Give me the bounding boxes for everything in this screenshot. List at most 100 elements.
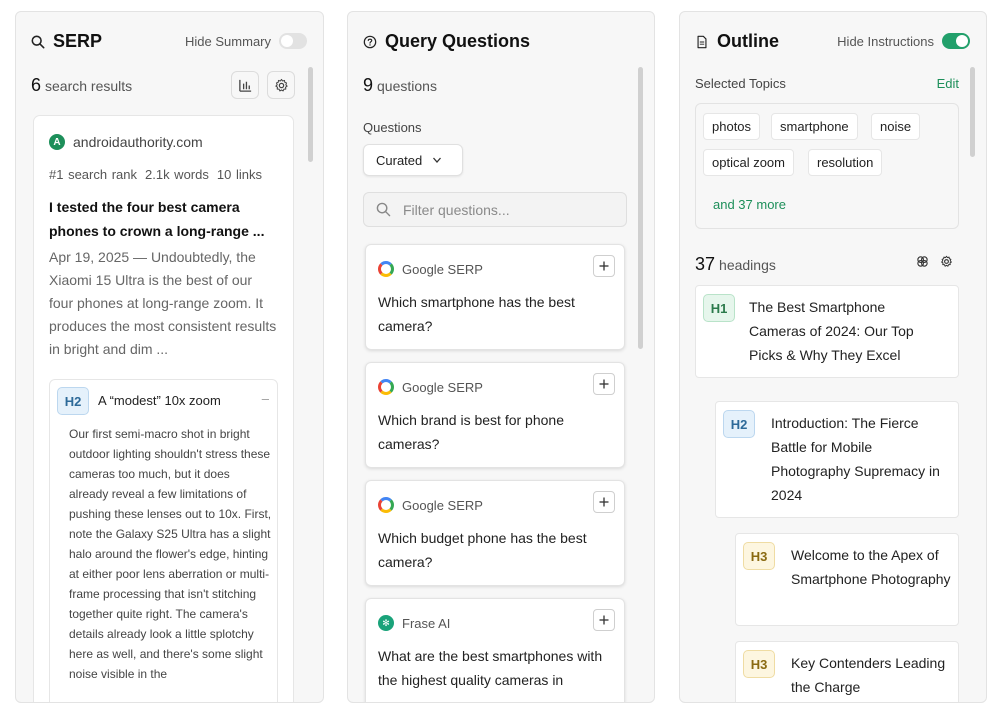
plus-icon: [599, 497, 609, 507]
topic-chip[interactable]: noise: [871, 113, 921, 140]
query-questions-panel: Query Questions 9 questions Questions Cur…: [347, 11, 655, 703]
query-header: Query Questions: [363, 31, 530, 52]
bar-chart-icon: [238, 79, 251, 92]
question-text: Which budget phone has the best camera?: [378, 530, 587, 570]
headings-count-label: headings: [719, 257, 776, 273]
google-icon: [378, 497, 394, 513]
heading-level-badge: H3: [743, 542, 775, 570]
topic-chip[interactable]: optical zoom: [703, 149, 794, 176]
hide-summary-label: Hide Summary: [185, 33, 271, 49]
filter-questions-box[interactable]: [363, 192, 627, 227]
add-question-button[interactable]: [593, 373, 615, 395]
question-source-label: Google SERP: [402, 497, 483, 513]
query-title: Query Questions: [385, 31, 531, 51]
google-icon: [378, 261, 394, 277]
hide-summary-toggle[interactable]: [279, 33, 307, 49]
add-question-button[interactable]: [593, 255, 615, 277]
result-words: 2.1k words: [145, 167, 209, 182]
search-result-card[interactable]: A androidauthority.com #1 search rank 2.1…: [33, 115, 294, 702]
question-source-label: Google SERP: [402, 261, 483, 277]
result-snippet: Apr 19, 2025 — Undoubtedly, the Xiaomi 1…: [49, 249, 277, 357]
question-card[interactable]: ✻ Frase AI What are the best smartphones …: [365, 598, 625, 702]
result-domain[interactable]: androidauthority.com: [73, 134, 203, 150]
result-stats: #1 search rank 2.1k words 10 links: [49, 167, 270, 182]
outline-title: Outline: [717, 31, 779, 51]
hide-summary-toggle-row: Hide Summary: [185, 33, 307, 49]
site-logo-icon: A: [49, 134, 65, 150]
edit-topics-link[interactable]: Edit: [937, 76, 959, 91]
add-question-button[interactable]: [593, 491, 615, 513]
heading-level-badge: H1: [703, 294, 735, 322]
result-rank: #1 search rank: [49, 167, 137, 182]
question-card[interactable]: Google SERP Which budget phone has the b…: [365, 480, 625, 586]
outline-heading-h3[interactable]: H3 Key Contenders Leading the Charge: [735, 641, 959, 702]
serp-header: SERP: [31, 31, 102, 52]
hide-instructions-toggle[interactable]: [942, 33, 970, 49]
search-results-count-label: search results: [45, 78, 133, 94]
question-text: Which brand is best for phone cameras?: [378, 412, 564, 452]
hide-instructions-label: Hide Instructions: [837, 33, 934, 49]
gear-icon: [274, 78, 288, 91]
headings-count: 37 headings: [695, 254, 776, 275]
outline-heading-h2[interactable]: H2 Introduction: The Fierce Battle for M…: [715, 401, 959, 518]
serp-scrollbar[interactable]: [308, 67, 313, 162]
plus-icon: [599, 261, 609, 271]
questions-type-dropdown[interactable]: Curated: [363, 144, 463, 176]
heading-text: Key Contenders Leading the Charge: [791, 655, 946, 695]
questions-count-label: questions: [377, 78, 437, 94]
document-icon: [697, 35, 707, 48]
question-source-label: Frase AI: [402, 615, 451, 631]
question-circle-icon: [363, 35, 377, 48]
collapse-icon[interactable]: –: [262, 391, 269, 406]
outline-heading-h3[interactable]: H3 Welcome to the Apex of Smartphone Pho…: [735, 533, 959, 626]
questions-count-number: 9: [363, 75, 374, 95]
hide-instructions-toggle-row: Hide Instructions: [837, 33, 970, 49]
question-source-label: Google SERP: [402, 379, 483, 395]
outline-header: Outline: [695, 31, 779, 52]
heading-body: Our first semi-macro shot in bright outd…: [69, 427, 272, 681]
question-source: Google SERP: [378, 261, 483, 277]
heading-title: A “modest” 10x zoom: [98, 393, 221, 408]
add-question-button[interactable]: [593, 609, 615, 631]
serp-settings-button[interactable]: [267, 71, 295, 99]
serp-stats-button[interactable]: [231, 71, 259, 99]
question-text: What are the best smartphones with the h…: [378, 648, 603, 688]
topic-chip[interactable]: photos: [703, 113, 761, 140]
search-results-count: 6 search results: [31, 75, 132, 96]
more-topics-link[interactable]: and 37 more: [713, 197, 786, 212]
query-scrollbar[interactable]: [638, 67, 643, 349]
questions-count: 9 questions: [363, 75, 437, 96]
brain-icon[interactable]: [916, 255, 929, 268]
search-icon: [376, 202, 391, 217]
selected-topics-label: Selected Topics: [695, 76, 786, 91]
gear-icon[interactable]: [940, 255, 953, 268]
frase-ai-icon: ✻: [378, 615, 394, 631]
result-source: A androidauthority.com: [49, 134, 203, 150]
result-heading-section: H2 A “modest” 10x zoom – Our first semi-…: [49, 379, 278, 702]
plus-icon: [599, 379, 609, 389]
google-icon: [378, 379, 394, 395]
heading-level-badge: H2: [57, 387, 89, 415]
result-title[interactable]: I tested the four best camera phones to …: [49, 195, 279, 243]
headings-count-number: 37: [695, 254, 716, 274]
dropdown-value: Curated: [376, 152, 423, 168]
plus-icon: [599, 615, 609, 625]
outline-scrollbar[interactable]: [970, 67, 975, 157]
serp-panel: SERP Hide Summary 6 search results A andr…: [15, 11, 324, 703]
heading-text: Welcome to the Apex of Smartphone Photog…: [791, 547, 951, 587]
chevron-down-icon: [433, 157, 442, 163]
heading-text: Introduction: The Fierce Battle for Mobi…: [771, 415, 940, 503]
question-card[interactable]: Google SERP Which smartphone has the bes…: [365, 244, 625, 350]
heading-level-badge: H3: [743, 650, 775, 678]
outline-panel: Outline Hide Instructions Selected Topic…: [679, 11, 987, 703]
result-links: 10 links: [216, 167, 262, 182]
topic-chip[interactable]: resolution: [808, 149, 883, 176]
question-text: Which smartphone has the best camera?: [378, 294, 575, 334]
filter-questions-input[interactable]: [403, 201, 603, 218]
topic-chip[interactable]: smartphone: [771, 113, 858, 140]
search-icon: [31, 35, 45, 48]
question-card[interactable]: Google SERP Which brand is best for phon…: [365, 362, 625, 468]
outline-heading-h1[interactable]: H1 The Best Smartphone Cameras of 2024: …: [695, 285, 959, 378]
search-results-count-number: 6: [31, 75, 42, 95]
question-source: Google SERP: [378, 379, 483, 395]
